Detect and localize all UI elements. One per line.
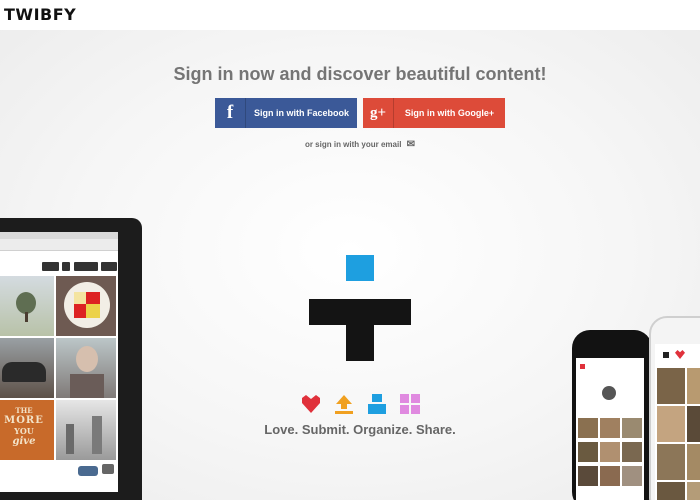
foggy-street-tile bbox=[56, 400, 116, 460]
white-phone-mockup bbox=[649, 316, 700, 500]
the-more-you-give-tile: THE MORE YOU give bbox=[0, 400, 54, 460]
organize-icon bbox=[368, 394, 386, 414]
users-icon bbox=[78, 466, 98, 476]
google-signin-button[interactable]: g+ Sign in with Google+ bbox=[363, 98, 505, 128]
share-grid-icon bbox=[400, 394, 420, 414]
comment-icon bbox=[102, 464, 114, 474]
phone-heart-icon bbox=[675, 350, 685, 359]
google-signin-label: Sign in with Google+ bbox=[404, 108, 495, 118]
twibfy-logo[interactable]: TWIBFY bbox=[4, 5, 76, 24]
logo-square bbox=[346, 255, 374, 281]
doll-portrait-tile bbox=[56, 338, 116, 398]
twibfy-big-logo bbox=[309, 255, 411, 361]
browser-titlebar bbox=[0, 232, 118, 239]
hero-headline: Sign in now and discover beautiful conte… bbox=[173, 64, 547, 84]
logo-stem bbox=[346, 299, 374, 361]
facebook-signin-button[interactable]: f Sign in with Facebook bbox=[215, 98, 357, 128]
features-tagline: Love. Submit. Organize. Share. bbox=[264, 422, 456, 437]
mondrian-plate-tile bbox=[56, 276, 116, 336]
heart-icon bbox=[302, 395, 320, 413]
feature-icons bbox=[300, 393, 424, 417]
email-signin-link[interactable]: or sign in with your email ✉ bbox=[0, 139, 700, 150]
laptop-screen: THE MORE YOU give bbox=[0, 232, 118, 492]
black-phone-screen bbox=[576, 358, 644, 500]
facebook-signin-label: Sign in with Facebook bbox=[253, 108, 349, 118]
facebook-icon: f bbox=[215, 98, 246, 128]
top-bar: TWIBFY bbox=[0, 0, 700, 30]
tree-photo-tile bbox=[0, 276, 54, 336]
add-button bbox=[42, 262, 59, 271]
mailbox-button bbox=[74, 262, 98, 271]
laptop-mockup: THE MORE YOU give bbox=[0, 218, 142, 500]
google-plus-icon: g+ bbox=[363, 98, 394, 128]
app-button bbox=[62, 262, 70, 271]
browser-toolbar bbox=[0, 239, 118, 251]
email-signin-label: or sign in with your email bbox=[304, 140, 402, 149]
black-phone-mockup bbox=[572, 330, 652, 500]
white-phone-screen bbox=[655, 344, 700, 500]
hedgehog-sculpture-tile bbox=[0, 338, 54, 398]
web-button bbox=[101, 262, 117, 271]
profile-avatar bbox=[602, 386, 616, 400]
envelope-icon: ✉ bbox=[406, 139, 416, 150]
upload-icon bbox=[335, 395, 353, 414]
